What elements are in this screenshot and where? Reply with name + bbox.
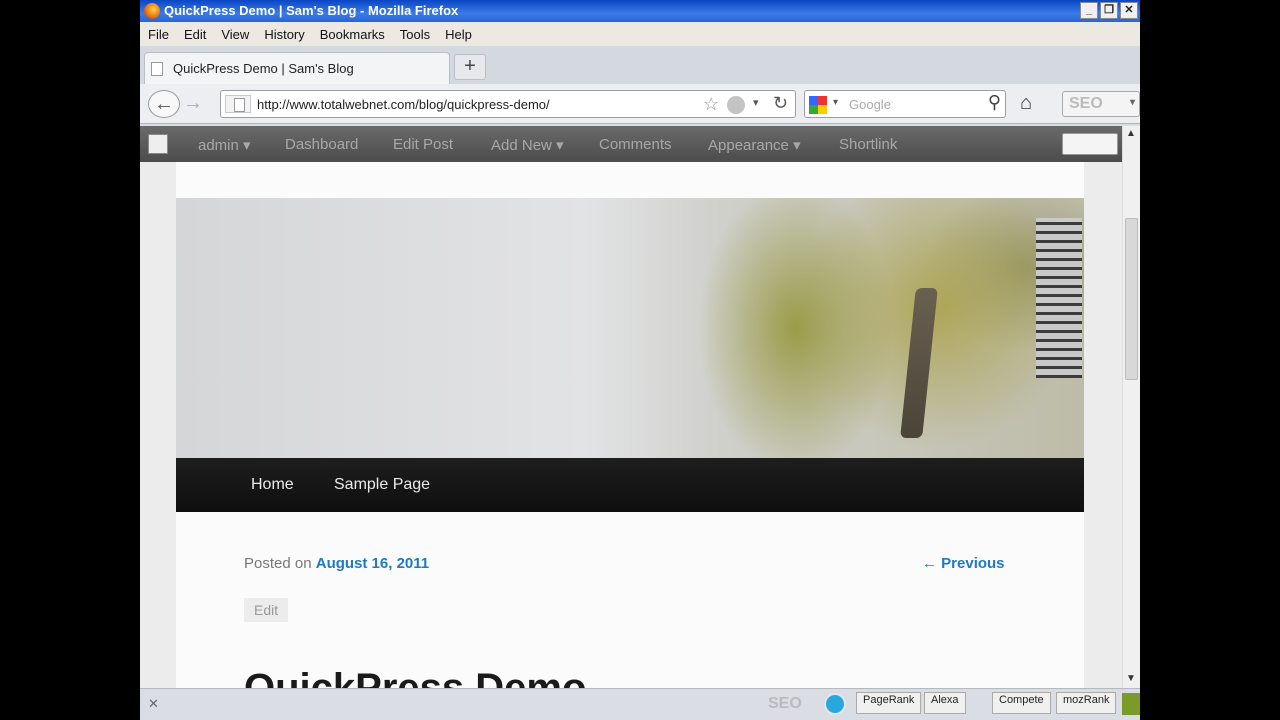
restore-button[interactable]: ❐ (1100, 2, 1118, 19)
seo-toolbar-button[interactable]: SEO ▾ (1062, 91, 1140, 117)
vertical-scrollbar[interactable]: ▲ ▼ (1122, 126, 1140, 688)
edit-post-link[interactable]: Edit (244, 598, 289, 622)
admin-bar-add-new[interactable]: Add New ▾ (491, 136, 564, 154)
previous-post-link[interactable]: ← Previous (922, 555, 1005, 572)
menu-help[interactable]: Help (445, 22, 481, 46)
stairs-graphic (1036, 218, 1082, 378)
status-seo-label[interactable]: SEO (768, 695, 802, 713)
post-title: QuickPress Demo (244, 666, 587, 688)
page-viewport: admin ▾ Dashboard Edit Post Add New ▾ Co… (140, 126, 1140, 688)
menu-tools[interactable]: Tools (400, 22, 439, 46)
site-navigation: Home Sample Page (176, 458, 1084, 512)
menu-edit[interactable]: Edit (184, 22, 215, 46)
mozrank-indicator[interactable]: mozRank (1056, 692, 1117, 714)
scrollbar-thumb[interactable] (1125, 218, 1138, 380)
admin-bar-comments[interactable]: Comments (599, 136, 672, 153)
title-bar: QuickPress Demo | Sam's Blog - Mozilla F… (140, 0, 1140, 22)
tab-label: QuickPress Demo | Sam's Blog (173, 61, 354, 76)
status-bar: ✕ SEO PageRank Alexa Compete mozRank (140, 688, 1140, 720)
search-icon[interactable]: ⚲ (988, 92, 1001, 113)
nav-sample-page[interactable]: Sample Page (334, 476, 430, 494)
posted-on-label: Posted on (244, 555, 312, 572)
admin-search-input[interactable] (1062, 133, 1118, 155)
close-button[interactable]: ✕ (1120, 2, 1138, 19)
forward-button[interactable]: → (182, 90, 204, 118)
firefox-logo-icon (144, 3, 160, 19)
chevron-down-icon[interactable]: ▾ (1130, 97, 1135, 108)
willow-tree-trunk (900, 288, 938, 438)
site-identity-icon[interactable] (225, 95, 251, 113)
tab-bar: QuickPress Demo | Sam's Blog + (140, 46, 1140, 84)
menu-bar: File Edit View History Bookmarks Tools H… (140, 22, 1140, 46)
new-tab-button[interactable]: + (454, 54, 486, 80)
pagerank-indicator[interactable]: PageRank (856, 692, 922, 714)
addon-icon[interactable] (824, 693, 846, 715)
blog-page: Home Sample Page Posted on August 16, 20… (176, 162, 1084, 688)
wp-admin-bar: admin ▾ Dashboard Edit Post Add New ▾ Co… (140, 126, 1122, 162)
browser-window: QuickPress Demo | Sam's Blog - Mozilla F… (140, 0, 1140, 720)
navigation-toolbar: ← → http://www.totalwebnet.com/blog/quic… (140, 84, 1140, 124)
admin-bar-appearance[interactable]: Appearance ▾ (708, 136, 801, 154)
google-engine-icon[interactable] (809, 96, 827, 114)
header-image (176, 198, 1084, 458)
alexa-indicator[interactable]: Alexa (924, 692, 966, 714)
page-icon (151, 62, 163, 76)
engine-dropdown-icon[interactable]: ▾ (833, 97, 838, 108)
nav-home[interactable]: Home (251, 476, 294, 494)
admin-bar-dashboard[interactable]: Dashboard (285, 136, 358, 153)
feed-icon[interactable] (727, 96, 745, 114)
menu-history[interactable]: History (264, 22, 313, 46)
wordpress-logo-icon[interactable] (148, 134, 168, 154)
history-dropdown-icon[interactable]: ▾ (753, 96, 759, 109)
admin-bar-shortlink[interactable]: Shortlink (839, 136, 897, 153)
search-bar[interactable]: ▾ Google ⚲ (804, 90, 1006, 118)
bookmark-star-icon[interactable]: ☆ (703, 94, 719, 115)
search-placeholder: Google (849, 97, 891, 112)
menu-bookmarks[interactable]: Bookmarks (320, 22, 394, 46)
close-icon[interactable]: ✕ (148, 696, 159, 712)
admin-bar-admin[interactable]: admin ▾ (198, 136, 251, 154)
menu-view[interactable]: View (221, 22, 258, 46)
window-title: QuickPress Demo | Sam's Blog - Mozilla F… (164, 3, 459, 18)
compete-indicator[interactable]: Compete (992, 692, 1051, 714)
scroll-up-icon[interactable]: ▲ (1126, 128, 1136, 139)
home-icon[interactable]: ⌂ (1020, 92, 1032, 115)
menu-file[interactable]: File (148, 22, 178, 46)
reload-icon[interactable]: ↻ (773, 93, 788, 114)
post-meta: Posted on August 16, 2011 (244, 555, 429, 572)
post-date-link[interactable]: August 16, 2011 (316, 555, 429, 572)
back-button[interactable]: ← (148, 90, 180, 118)
addon-status-icon[interactable] (1122, 693, 1140, 715)
scroll-down-icon[interactable]: ▼ (1126, 673, 1136, 684)
minimize-button[interactable]: _ (1080, 2, 1098, 19)
address-bar[interactable]: http://www.totalwebnet.com/blog/quickpre… (220, 90, 796, 118)
url-text[interactable]: http://www.totalwebnet.com/blog/quickpre… (257, 97, 550, 112)
tab-quickpress-demo[interactable]: QuickPress Demo | Sam's Blog (144, 52, 450, 84)
admin-bar-edit-post[interactable]: Edit Post (393, 136, 453, 153)
seo-label: SEO (1069, 95, 1103, 112)
